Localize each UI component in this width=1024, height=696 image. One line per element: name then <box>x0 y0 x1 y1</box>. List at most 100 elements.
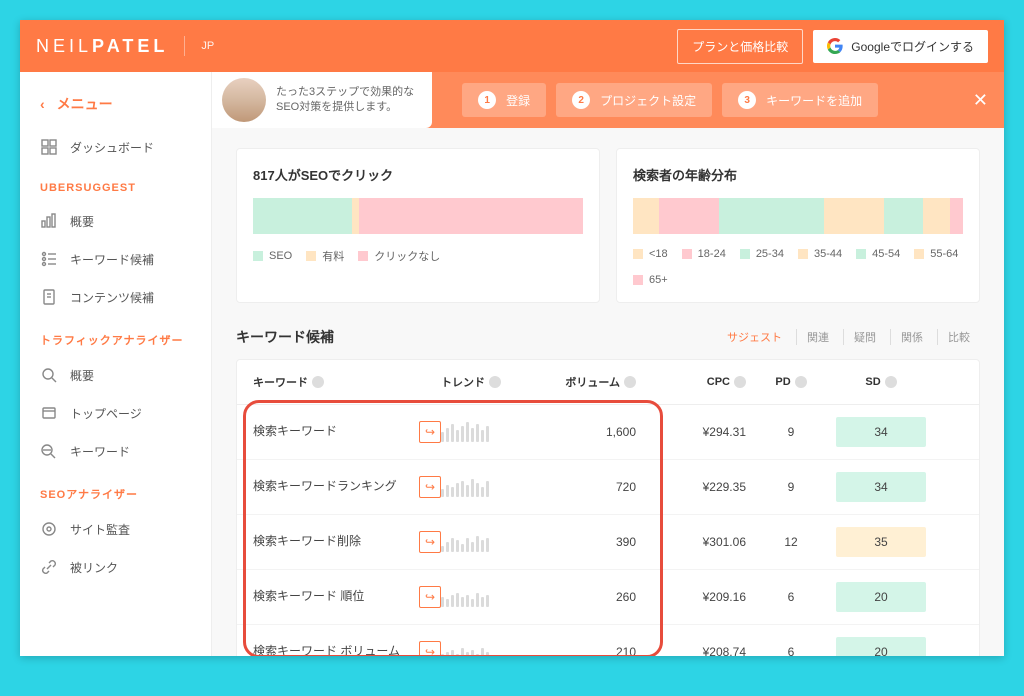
trend-sparkline <box>441 587 536 607</box>
swatch-icon <box>633 249 643 259</box>
table-row[interactable]: 検索キーワード↪1,600¥294.31934 <box>237 405 979 460</box>
sidebar-item-top-pages[interactable]: トップページ <box>20 394 211 432</box>
section-traffic: トラフィックアナライザー <box>20 316 211 356</box>
sidebar-item-overview[interactable]: 概要 <box>20 202 211 240</box>
tab-疑問[interactable]: 疑問 <box>843 329 886 345</box>
th-label: CPC <box>707 376 730 388</box>
sd-cell: 34 <box>836 472 926 502</box>
legend-item: 25-34 <box>740 248 784 260</box>
sidebar-item-label: 概要 <box>70 367 94 384</box>
help-icon[interactable] <box>734 376 746 388</box>
bar-segment <box>659 198 718 234</box>
card-title: 817人がSEOでクリック <box>253 165 583 184</box>
th-pd[interactable]: PD <box>746 374 836 390</box>
expand-icon[interactable]: ↪ <box>419 586 441 608</box>
step-label: プロジェクト設定 <box>600 92 696 109</box>
th-label: トレンド <box>441 374 485 390</box>
swatch-icon <box>914 249 924 259</box>
th-volume[interactable]: ボリューム <box>536 374 636 390</box>
divider <box>184 36 185 56</box>
main: たった3ステップで効果的な SEO対策を提供します。 1登録 2プロジェクト設定… <box>212 72 1004 656</box>
sidebar-item-label: 概要 <box>70 213 94 230</box>
help-icon[interactable] <box>489 376 501 388</box>
tab-比較[interactable]: 比較 <box>937 329 980 345</box>
sidebar-item-content-ideas[interactable]: コンテンツ候補 <box>20 278 211 316</box>
sidebar-item-dashboard[interactable]: ダッシュボード <box>20 128 211 166</box>
th-keyword[interactable]: キーワード <box>253 374 441 390</box>
lang-selector[interactable]: JP <box>201 40 214 52</box>
legend-label: 55-64 <box>930 248 958 260</box>
step-label: 登録 <box>506 92 530 109</box>
step-1[interactable]: 1登録 <box>462 83 546 117</box>
tab-関連[interactable]: 関連 <box>796 329 839 345</box>
expand-icon[interactable]: ↪ <box>419 476 441 498</box>
sidebar: ‹ メニュー ダッシュボード UBERSUGGEST 概要 キーワード候補 コン… <box>20 72 212 656</box>
swatch-icon <box>306 251 316 261</box>
cpc-cell: ¥294.31 <box>636 425 746 439</box>
volume-cell: 720 <box>536 480 636 494</box>
help-icon[interactable] <box>885 376 897 388</box>
help-icon[interactable] <box>624 376 636 388</box>
legend-item: <18 <box>633 248 668 260</box>
table-row[interactable]: 検索キーワードランキング↪720¥229.35934 <box>237 460 979 515</box>
pages-icon <box>40 404 58 422</box>
table-row[interactable]: 検索キーワード ボリューム↪210¥208.74620 <box>237 625 979 656</box>
bar-segment <box>884 198 924 234</box>
table-row[interactable]: 検索キーワード 順位↪260¥209.16620 <box>237 570 979 625</box>
tab-関係[interactable]: 関係 <box>890 329 933 345</box>
table-header: キーワード トレンド ボリューム CPC PD SD <box>237 360 979 405</box>
close-icon[interactable]: ✕ <box>973 90 988 111</box>
volume-cell: 1,600 <box>536 425 636 439</box>
th-trend[interactable]: トレンド <box>441 374 536 390</box>
th-sd[interactable]: SD <box>836 374 926 390</box>
swatch-icon <box>798 249 808 259</box>
clicks-bar-chart <box>253 198 583 234</box>
step-2[interactable]: 2 プロジェクト設定 <box>556 83 712 117</box>
th-cpc[interactable]: CPC <box>636 374 746 390</box>
sidebar-item-keyword-ideas[interactable]: キーワード候補 <box>20 240 211 278</box>
legend-item: 18-24 <box>682 248 726 260</box>
step-number: 2 <box>572 91 590 109</box>
expand-icon[interactable]: ↪ <box>419 641 441 656</box>
legend-label: 18-24 <box>698 248 726 260</box>
bar-segment <box>253 198 352 234</box>
sidebar-item-label: サイト監査 <box>70 521 130 538</box>
sidebar-item-backlinks[interactable]: 被リンク <box>20 548 211 586</box>
avatar <box>222 78 266 122</box>
bar-segment <box>719 198 825 234</box>
keyword-tabs: サジェスト関連疑問関係比較 <box>717 329 980 345</box>
table-row[interactable]: 検索キーワード削除↪390¥301.061235 <box>237 515 979 570</box>
bar-segment <box>352 198 359 234</box>
volume-cell: 260 <box>536 590 636 604</box>
step-3[interactable]: 3キーワードを追加 <box>722 83 878 117</box>
key-icon <box>40 442 58 460</box>
expand-icon[interactable]: ↪ <box>419 421 441 443</box>
help-icon[interactable] <box>795 376 807 388</box>
keyword-section-header: キーワード候補 サジェスト関連疑問関係比較 <box>236 327 980 347</box>
tab-サジェスト[interactable]: サジェスト <box>717 329 792 345</box>
legend-label: 45-54 <box>872 248 900 260</box>
section-seo: SEOアナライザー <box>20 470 211 510</box>
sidebar-item-label: コンテンツ候補 <box>70 289 154 306</box>
sidebar-item-traffic-overview[interactable]: 概要 <box>20 356 211 394</box>
legend-item: 65+ <box>633 274 668 286</box>
volume-cell: 210 <box>536 645 636 656</box>
logo-text-bold: PATEL <box>92 36 168 56</box>
steps: 1登録 2 プロジェクト設定 3キーワードを追加 <box>462 83 878 117</box>
promo-line: たった3ステップで効果的な <box>276 85 414 100</box>
trend-sparkline <box>441 532 536 552</box>
sidebar-item-keywords[interactable]: キーワード <box>20 432 211 470</box>
logo[interactable]: NEILPATEL <box>36 36 168 57</box>
pd-cell: 9 <box>746 480 836 494</box>
logo-text-light: NEIL <box>36 36 92 56</box>
sidebar-item-site-audit[interactable]: サイト監査 <box>20 510 211 548</box>
trend-sparkline <box>441 477 536 497</box>
audit-icon <box>40 520 58 538</box>
google-login-button[interactable]: Googleでログインする <box>813 30 988 63</box>
sd-cell: 20 <box>836 582 926 612</box>
keyword-text: 検索キーワード <box>253 424 409 440</box>
menu-header[interactable]: ‹ メニュー <box>20 88 211 128</box>
plans-button[interactable]: プランと価格比較 <box>677 29 803 64</box>
expand-icon[interactable]: ↪ <box>419 531 441 553</box>
help-icon[interactable] <box>312 376 324 388</box>
